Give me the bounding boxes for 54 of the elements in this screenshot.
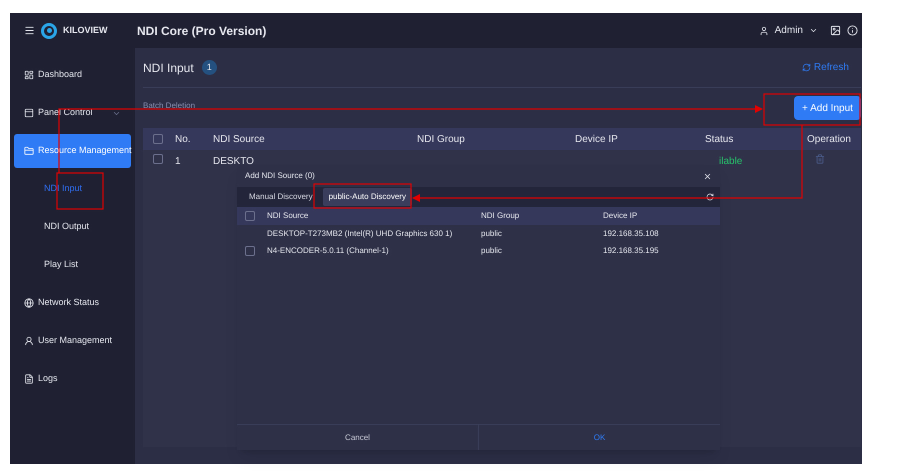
dialog-tab[interactable]: public-Auto Discovery — [322, 188, 412, 206]
table-cell-text: DESKTO — [213, 155, 255, 169]
globe-icon — [24, 298, 34, 308]
sidebar-item[interactable]: Network Status — [14, 286, 131, 320]
logo-text: KILOVIEW — [63, 24, 108, 37]
close-icon[interactable] — [703, 172, 712, 180]
batch-deletion-link[interactable]: Batch Deletion — [143, 100, 196, 112]
column-header: Device IP — [575, 132, 619, 146]
table-cell-text: 1 — [175, 155, 182, 169]
dialog-title: Add NDI Source (0) — [245, 170, 315, 182]
logo-mark-icon — [41, 22, 57, 38]
sidebar-subitem[interactable]: NDI Output — [14, 210, 131, 244]
sidebar-subitem[interactable]: Play List — [14, 248, 131, 282]
refresh-icon[interactable] — [706, 193, 714, 201]
table-cell-text: DESKTOP-T273MB2 (Intel(R) UHD Graphics 630 1) — [267, 228, 454, 240]
column-header: Status — [705, 132, 734, 146]
cancel-button[interactable]: Cancel — [237, 425, 479, 450]
checkbox[interactable] — [153, 154, 163, 164]
panel-icon — [24, 108, 34, 118]
logs-icon — [24, 374, 34, 384]
checkbox[interactable] — [153, 134, 163, 144]
sidebar-item[interactable]: User Management — [14, 324, 131, 358]
table-cell: 192.168.35.108 — [603, 228, 659, 240]
column-header: NDI Group — [417, 132, 466, 146]
checkbox[interactable] — [245, 211, 255, 221]
add-input-button[interactable]: + Add Input — [794, 96, 861, 120]
table-cell-text: N4-ENCODER-5.0.11 (Channel-1) — [267, 244, 390, 256]
table-cell: 192.168.35.195 — [603, 244, 659, 256]
column-header: NDI Source — [213, 132, 266, 146]
status-text: ilable — [718, 155, 744, 169]
dialog-tab[interactable]: Manual Discovery — [243, 188, 319, 206]
column-header: No. — [175, 132, 192, 146]
user-icon — [758, 26, 769, 36]
menu-icon[interactable] — [24, 25, 35, 36]
info-icon[interactable] — [847, 25, 858, 36]
column-header: NDI Group — [481, 210, 520, 222]
column-header: Device IP — [603, 210, 638, 222]
app-title: NDI Core (Pro Version) — [137, 22, 266, 40]
refresh-icon — [802, 63, 811, 72]
table-cell-text: public — [481, 244, 503, 256]
picture-icon[interactable] — [830, 25, 841, 36]
table-cell-text: public — [481, 228, 503, 240]
count-badge: 1 — [202, 60, 217, 75]
page-title: NDI Input — [143, 60, 194, 76]
checkbox[interactable] — [245, 246, 255, 256]
user-name[interactable]: Admin — [774, 23, 803, 38]
dashboard-icon — [24, 70, 34, 80]
column-header: Operation — [807, 132, 851, 146]
column-header: NDI Source — [267, 210, 310, 222]
user-icon — [24, 336, 34, 346]
caret-icon[interactable] — [809, 26, 818, 35]
sidebar-item[interactable]: Logs — [14, 362, 131, 396]
sidebar-item[interactable]: Dashboard — [14, 58, 131, 92]
folder-icon — [24, 146, 34, 156]
